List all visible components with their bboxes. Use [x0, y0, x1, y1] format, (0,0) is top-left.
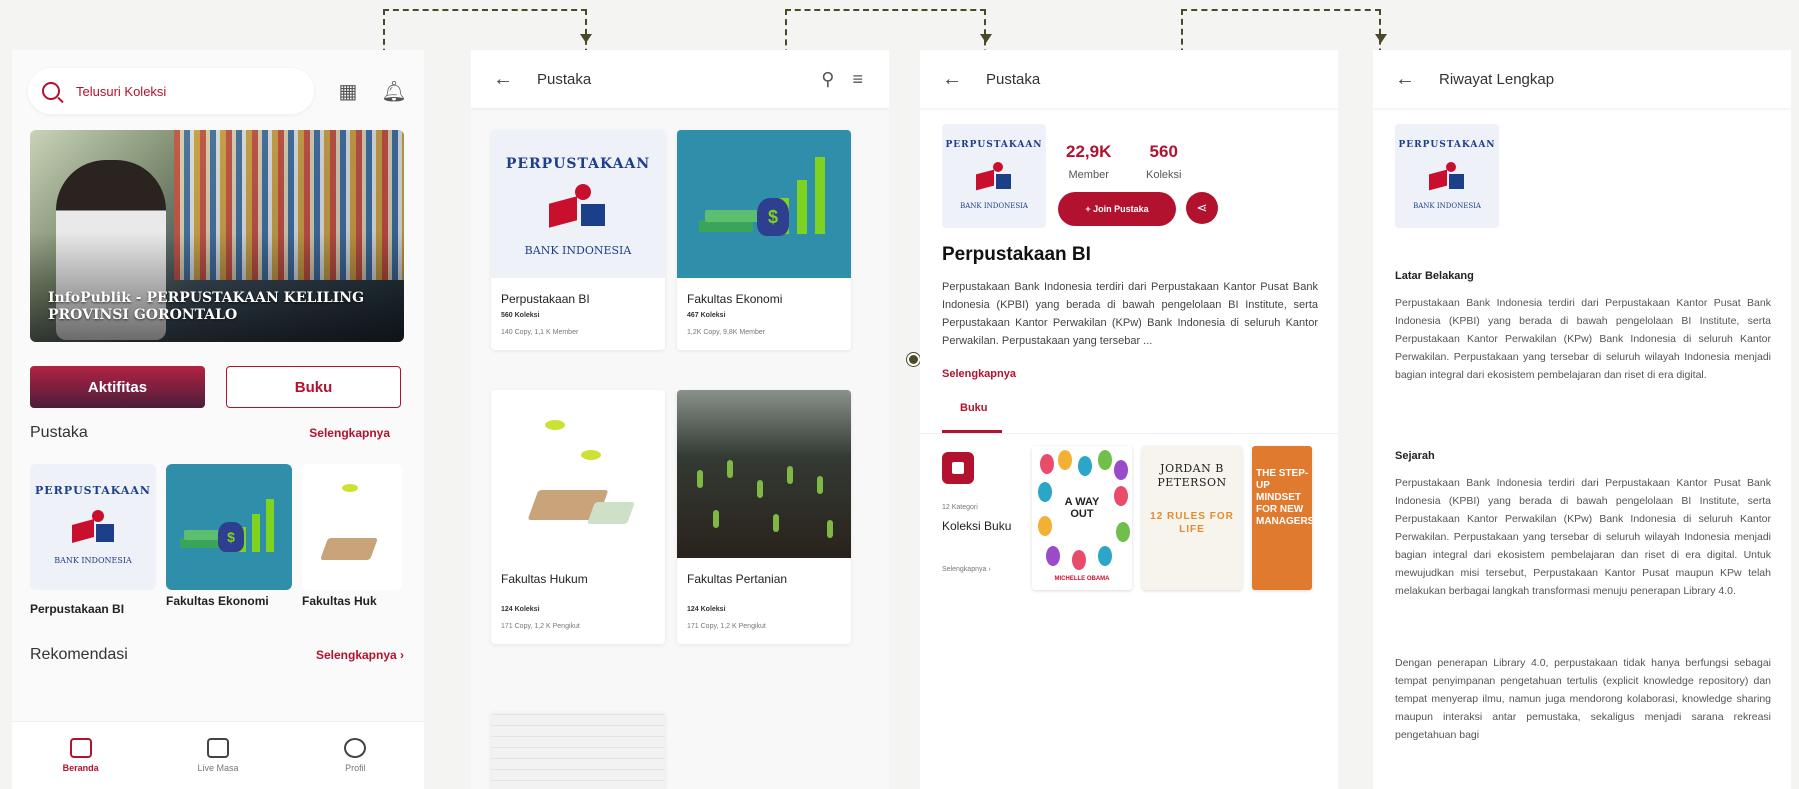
- nav-profil[interactable]: Profil: [287, 722, 424, 789]
- play-icon: [206, 738, 229, 758]
- banner-caption: InfoPublik - PERPUSTAKAAN KELILING PROVI…: [48, 290, 365, 323]
- tab-aktifitas[interactable]: Aktifitas: [30, 366, 205, 408]
- section-heading: Sejarah: [1395, 450, 1435, 462]
- library-name: Perpustakaan BI: [942, 244, 1091, 265]
- card-koleksi: 467 Koleksi: [687, 312, 726, 319]
- card-koleksi: 124 Koleksi: [687, 606, 726, 613]
- nav-live-masa[interactable]: Live Masa: [149, 722, 286, 789]
- search-icon: [42, 82, 60, 100]
- pustaka-card[interactable]: PERPUSTAKAAN BANK INDONESIA Perpustakaan…: [491, 130, 665, 350]
- arrow-down-icon: [1375, 34, 1387, 43]
- growth-illustration: $: [677, 130, 851, 278]
- book-cover[interactable]: THE STEP-UP MINDSET FOR NEW MANAGERS: [1252, 446, 1312, 590]
- app-bar: ← Pustaka ⚲ ≡: [471, 50, 889, 108]
- card-title: Fakultas Hukum: [501, 572, 588, 586]
- pustaka-list-screen: ← Pustaka ⚲ ≡ PERPUSTAKAAN BANK INDONESI…: [471, 50, 889, 789]
- section-title: Rekomendasi: [30, 646, 128, 663]
- law-illustration: [491, 390, 665, 558]
- perpustakaan-bi-logo: PERPUSTAKAAN BANK INDONESIA: [30, 464, 156, 590]
- pustaka-name: Fakultas Huk: [302, 594, 377, 608]
- library-logo: PERPUSTAKAAN BANK INDONESIA: [1395, 124, 1499, 228]
- arrow-down-icon: [580, 34, 592, 43]
- nav-beranda[interactable]: Beranda: [12, 722, 149, 789]
- tab-buku[interactable]: Buku: [960, 402, 988, 414]
- growth-illustration: $: [166, 464, 292, 590]
- card-stats: 171 Copy, 1,2 K Pengikut: [687, 623, 766, 630]
- card-title: Perpustakaan BI: [501, 292, 590, 306]
- rekomendasi-section-header: Rekomendasi Selengkapnya ›: [30, 646, 404, 664]
- pustaka-card-bi[interactable]: PERPUSTAKAAN BANK INDONESIA: [30, 464, 156, 590]
- card-stats: 171 Copy, 1,2 K Pengikut: [501, 623, 580, 630]
- search-icon[interactable]: ⚲: [821, 69, 834, 90]
- design-canvas: Telusuri Koleksi ▦ 🔔︎ InfoPublik - PERPU…: [0, 0, 1799, 789]
- library-description: Perpustakaan Bank Indonesia terdiri dari…: [942, 281, 1318, 347]
- pustaka-card[interactable]: $ Fakultas Ekonomi 467 Koleksi 1,2K Copy…: [677, 130, 851, 350]
- pustaka-card-hukum[interactable]: [302, 464, 402, 590]
- book-category-icon: [942, 452, 974, 484]
- card-title: Fakultas Ekonomi: [687, 292, 783, 306]
- law-illustration: [302, 464, 402, 590]
- qr-code-icon[interactable]: ▦: [336, 79, 360, 103]
- section-heading: Latar Belakang: [1395, 270, 1474, 282]
- pustaka-section-header: Pustaka Selengkapnya: [30, 424, 404, 442]
- sejarah-text: Perpustakaan Bank Indonesia terdiri dari…: [1395, 477, 1771, 597]
- page-title: Pustaka: [986, 70, 1041, 88]
- bell-icon[interactable]: 🔔︎: [381, 79, 406, 103]
- home-top-bar: Telusuri Koleksi ▦ 🔔︎: [28, 68, 408, 114]
- page-title: Riwayat Lengkap: [1439, 70, 1555, 88]
- page-title: Pustaka: [537, 70, 592, 88]
- sejarah-text-2: Dengan penerapan Library 4.0, perpustaka…: [1395, 657, 1771, 741]
- latar-belakang-text: Perpustakaan Bank Indonesia terdiri dari…: [1395, 297, 1771, 381]
- back-arrow-icon[interactable]: ←: [1395, 68, 1425, 91]
- selengkapnya-link[interactable]: Selengkapnya: [942, 368, 1016, 380]
- sketch-photo: [491, 712, 665, 789]
- card-stats: 140 Copy, 1,1 K Member: [501, 329, 579, 336]
- riwayat-lengkap-screen: ← Riwayat Lengkap PERPUSTAKAAN BANK INDO…: [1373, 50, 1791, 789]
- library-logo: PERPUSTAKAAN BANK INDONESIA: [942, 124, 1046, 228]
- seedling-photo: [677, 390, 851, 558]
- filter-icon[interactable]: ≡: [852, 69, 863, 90]
- share-button[interactable]: ⋖: [1186, 192, 1218, 224]
- back-arrow-icon[interactable]: ←: [942, 68, 972, 91]
- pustaka-card[interactable]: Fakultas Pertanian 124 Koleksi 171 Copy,…: [677, 390, 851, 644]
- hero-banner[interactable]: InfoPublik - PERPUSTAKAAN KELILING PROVI…: [30, 130, 404, 342]
- connector-dot: [907, 353, 920, 366]
- home-icon: [69, 738, 92, 758]
- book-cover[interactable]: JORDAN B PETERSON 12 RULES FOR LIFE: [1142, 446, 1242, 590]
- koleksi-stat: 560 Koleksi: [1146, 142, 1182, 181]
- card-koleksi: 124 Koleksi: [501, 606, 540, 613]
- member-stat: 22,9K Member: [1066, 142, 1112, 181]
- perpustakaan-bi-logo: PERPUSTAKAAN BANK INDONESIA: [942, 124, 1046, 228]
- pustaka-card[interactable]: Fakultas Hukum 124 Koleksi 171 Copy, 1,2…: [491, 390, 665, 644]
- perpustakaan-bi-logo: PERPUSTAKAAN BANK INDONESIA: [491, 130, 665, 278]
- pustaka-name: Fakultas Ekonomi: [166, 594, 269, 608]
- pustaka-card[interactable]: [491, 712, 665, 789]
- back-arrow-icon[interactable]: ←: [493, 68, 523, 91]
- search-input[interactable]: Telusuri Koleksi: [28, 68, 314, 114]
- pustaka-name: Perpustakaan BI: [30, 602, 125, 616]
- app-bar: ← Riwayat Lengkap: [1373, 50, 1791, 108]
- tab-buku[interactable]: Buku: [226, 366, 401, 408]
- section-title: Pustaka: [30, 424, 88, 441]
- card-title: Fakultas Pertanian: [687, 572, 788, 586]
- pustaka-card-ekonomi[interactable]: $: [166, 464, 292, 590]
- koleksi-more-link[interactable]: Selengkapnya ›: [942, 566, 1022, 573]
- search-placeholder: Telusuri Koleksi: [76, 83, 167, 99]
- app-bar: ← Pustaka: [920, 50, 1338, 108]
- card-stats: 1,2K Copy, 9,8K Member: [687, 329, 766, 336]
- home-screen: Telusuri Koleksi ▦ 🔔︎ InfoPublik - PERPU…: [12, 50, 424, 789]
- join-pustaka-button[interactable]: + Join Pustaka: [1058, 192, 1176, 226]
- user-icon: [344, 738, 367, 758]
- arrow-down-icon: [980, 34, 992, 43]
- rekomendasi-more-link[interactable]: Selengkapnya ›: [316, 648, 404, 662]
- pustaka-more-link[interactable]: Selengkapnya: [309, 426, 390, 440]
- bottom-navigation: Beranda Live Masa Profil: [12, 721, 424, 789]
- perpustakaan-bi-logo: PERPUSTAKAAN BANK INDONESIA: [1395, 124, 1499, 228]
- share-icon: ⋖: [1196, 200, 1208, 215]
- pustaka-detail-screen: ← Pustaka PERPUSTAKAAN BANK INDONESIA 22…: [920, 50, 1338, 789]
- card-koleksi: 560 Koleksi: [501, 312, 540, 319]
- book-cover[interactable]: A WAY OUT MICHELLE OBAMA: [1032, 446, 1132, 590]
- koleksi-buku-summary[interactable]: 12 Kategori Koleksi Buku Selengkapnya ›: [942, 452, 1022, 573]
